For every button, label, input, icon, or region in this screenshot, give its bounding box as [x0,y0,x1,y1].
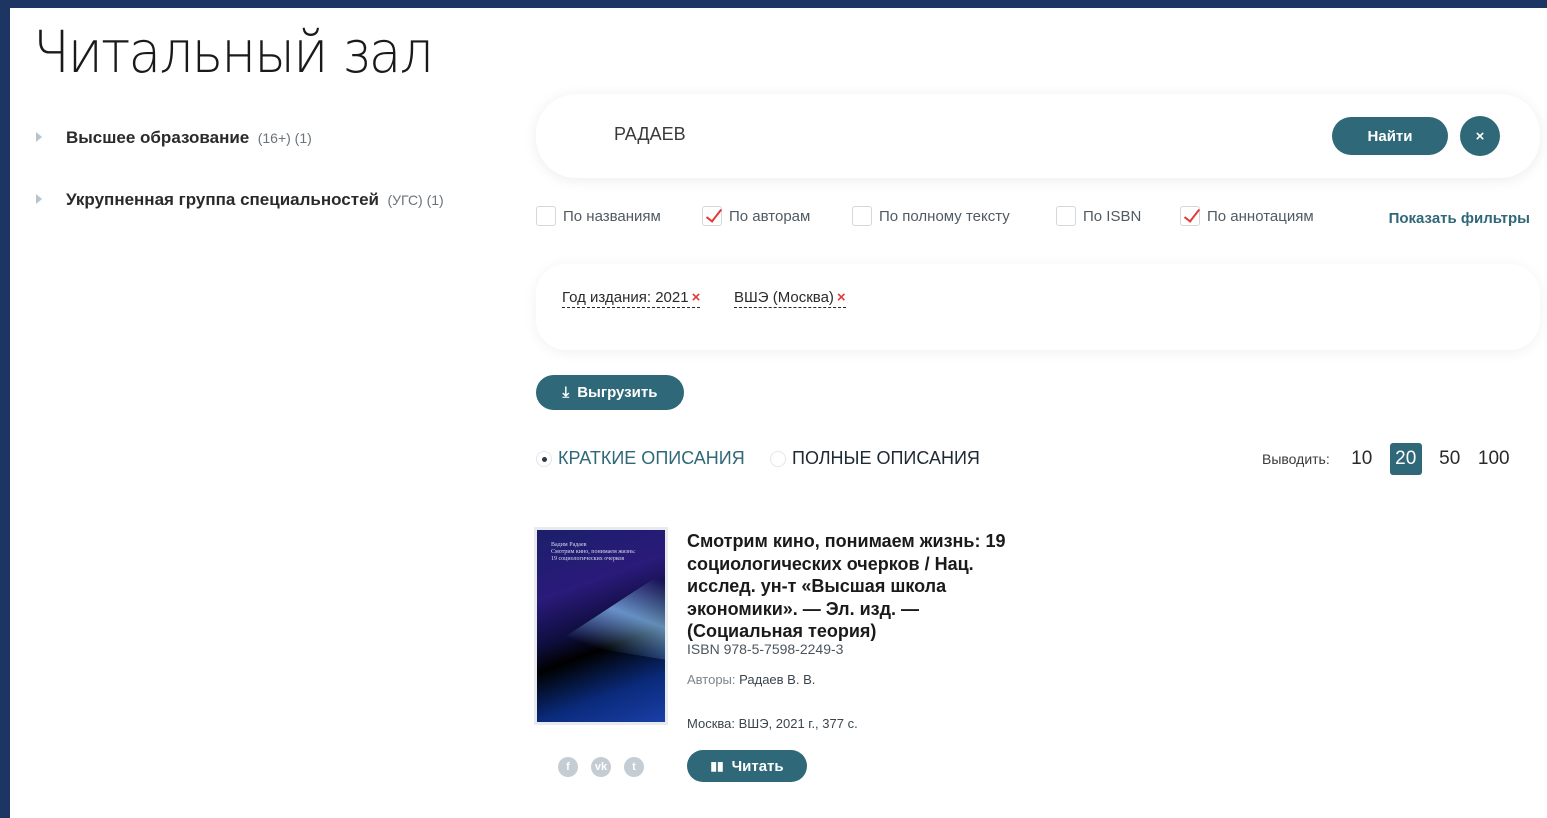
cover-art [557,570,665,660]
window-frame-left [0,0,10,818]
sidebar-item-higher-education[interactable]: Высшее образование (16+) (1) [36,128,496,148]
checkbox-checked[interactable] [1180,206,1200,226]
checkbox-checked[interactable] [702,206,722,226]
option-label: По названиям [563,207,661,225]
view-label: КРАТКИЕ ОПИСАНИЯ [558,448,745,468]
download-icon: ⤓ [562,384,570,401]
book-isbn: ISBN 978-5-7598-2249-3 [687,641,844,657]
authors-label: Авторы: [687,672,736,687]
view-full[interactable]: ПОЛНЫЕ ОПИСАНИЯ [770,448,980,469]
book-authors: Авторы: Радаев В. В. [687,672,815,687]
option-label: По аннотациям [1207,207,1314,225]
radio-selected[interactable] [536,450,552,467]
export-label: Выгрузить [577,384,658,401]
search-options: По названиям По авторам По полному текст… [536,206,1536,234]
show-filters-link[interactable]: Показать фильтры [1389,210,1530,227]
sidebar-item-label: Укрупненная группа специальностей [66,190,379,209]
read-label: Читать [731,757,784,775]
filter-tag-label: ВШЭ (Москва) [734,289,834,306]
option-by-fulltext[interactable]: По полному тексту [852,206,1010,226]
checkbox[interactable] [1056,206,1076,226]
filter-tag-publisher[interactable]: ВШЭ (Москва) × [734,289,846,308]
per-page-selector: Выводить: 10 20 50 100 [1262,443,1516,475]
cover-text: Вадим Радаев Смотрим кино, понимаем жизн… [551,542,636,562]
search-box: Найти × [536,94,1540,178]
twitter-icon[interactable]: t [624,757,644,777]
caret-right-icon [36,194,42,204]
option-by-title[interactable]: По названиям [536,206,661,226]
sidebar-item-meta: (16+) (1) [257,130,312,146]
sidebar-item-meta: (УГС) (1) [387,192,444,208]
read-button[interactable]: ▮▮ Читать [687,750,807,782]
share-icons: f vk t [558,757,657,777]
option-label: По полному тексту [879,207,1010,225]
book-publication: Москва: ВШЭ, 2021 г., 377 с. [687,716,858,731]
per-page-option-50[interactable]: 50 [1434,443,1466,475]
sidebar-item-label: Высшее образование [66,128,250,147]
per-page-label: Выводить: [1262,451,1330,467]
checkbox[interactable] [536,206,556,226]
filter-tag-label: Год издания: 2021 [562,289,689,306]
find-button[interactable]: Найти [1332,117,1448,155]
export-button[interactable]: ⤓ Выгрузить [536,375,684,410]
remove-filter-icon[interactable]: × [692,289,701,306]
search-input[interactable] [614,124,1214,145]
per-page-option-100[interactable]: 100 [1478,443,1510,475]
vk-icon[interactable]: vk [591,757,611,777]
filter-tag-year[interactable]: Год издания: 2021 × [562,289,701,308]
clear-search-button[interactable]: × [1460,116,1500,156]
facebook-icon[interactable]: f [558,757,578,777]
per-page-option-10[interactable]: 10 [1346,443,1378,475]
option-label: По ISBN [1083,207,1142,225]
option-by-isbn[interactable]: По ISBN [1056,206,1141,226]
view-label: ПОЛНЫЕ ОПИСАНИЯ [792,448,980,468]
page-title: Читальный зал [33,18,434,86]
per-page-option-20[interactable]: 20 [1389,443,1422,475]
radio[interactable] [770,450,786,467]
checkbox[interactable] [852,206,872,226]
option-by-authors[interactable]: По авторам [702,206,810,226]
active-filters: Год издания: 2021 × ВШЭ (Москва) × [536,264,1540,350]
caret-right-icon [36,132,42,142]
book-icon: ▮▮ [710,759,724,773]
sidebar: Высшее образование (16+) (1) Укрупненная… [36,128,496,252]
sidebar-item-specialty-group[interactable]: Укрупненная группа специальностей (УГС) … [36,190,496,210]
option-by-annotations[interactable]: По аннотациям [1180,206,1314,226]
option-label: По авторам [729,207,811,225]
book-cover[interactable]: Вадим Радаев Смотрим кино, понимаем жизн… [537,530,665,722]
authors-value: Радаев В. В. [739,672,816,687]
view-short[interactable]: КРАТКИЕ ОПИСАНИЯ [536,448,745,469]
remove-filter-icon[interactable]: × [837,289,846,306]
window-frame-top [0,0,1547,8]
book-title[interactable]: Смотрим кино, понимаем жизнь: 19 социоло… [687,530,1017,643]
